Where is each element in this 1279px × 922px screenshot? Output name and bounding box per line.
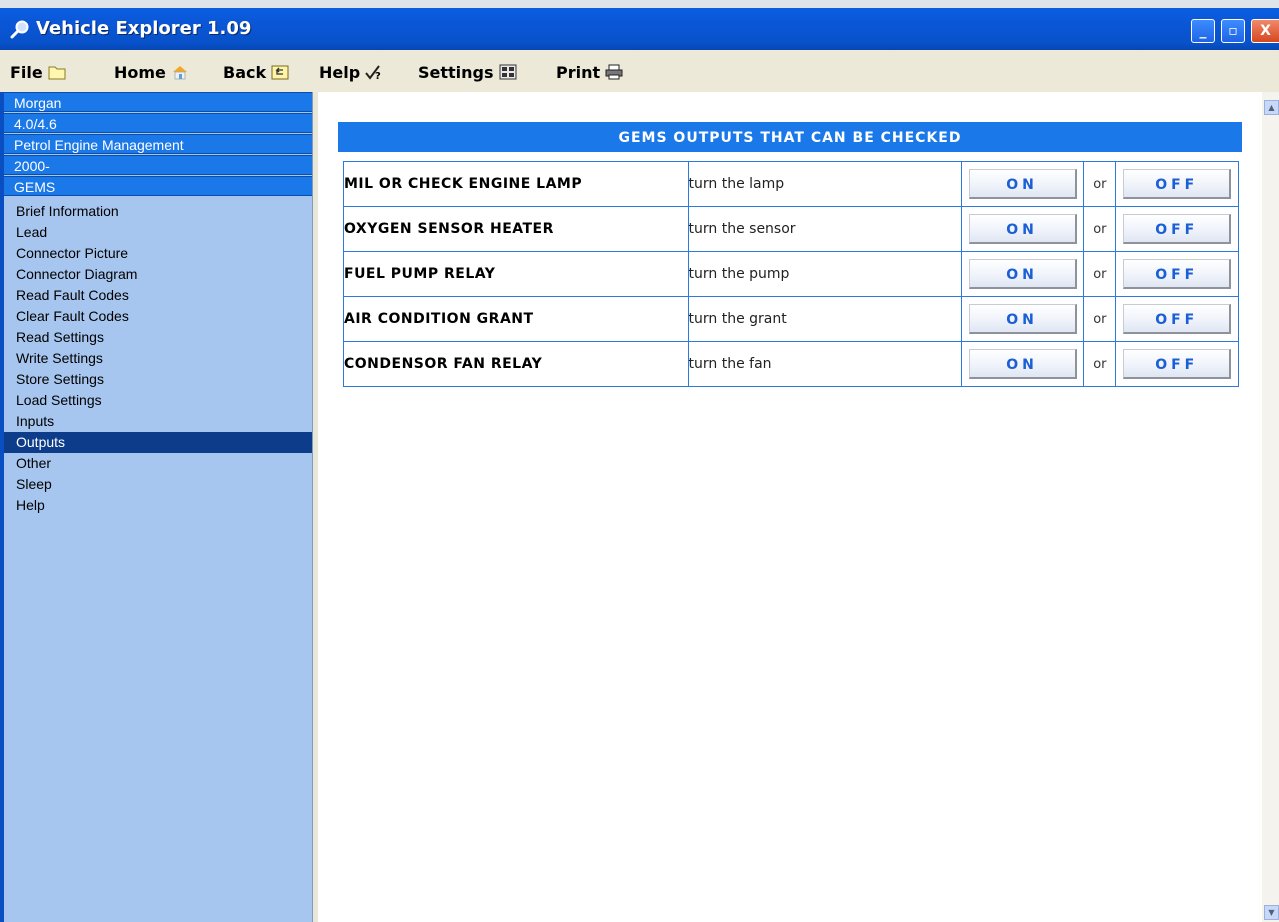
on-button[interactable]: ON (968, 169, 1077, 199)
sidebar-item-lead[interactable]: Lead (4, 222, 312, 243)
on-button[interactable]: ON (968, 304, 1077, 334)
menu-help[interactable]: Help ? (319, 61, 383, 83)
table-row: AIR CONDITION GRANT turn the grant ON or OFF (343, 296, 1239, 342)
window-title: Vehicle Explorer 1.09 (36, 18, 252, 39)
output-name: AIR CONDITION GRANT (343, 296, 689, 342)
sidebar-item-brief-information[interactable]: Brief Information (4, 201, 312, 222)
sidebar-item-write-settings[interactable]: Write Settings (4, 348, 312, 369)
sidebar-item-clear-fault-codes[interactable]: Clear Fault Codes (4, 306, 312, 327)
breadcrumb-system[interactable]: Petrol Engine Management (4, 134, 312, 154)
or-label: or (1083, 161, 1117, 207)
on-cell: ON (960, 296, 1085, 342)
off-cell: OFF (1115, 341, 1239, 387)
help-icon: ? (365, 65, 381, 80)
off-button[interactable]: OFF (1123, 304, 1232, 334)
on-button[interactable]: ON (968, 214, 1077, 244)
table-row: MIL OR CHECK ENGINE LAMP turn the lamp ON o… (343, 161, 1239, 207)
breadcrumb-year[interactable]: 2000- (4, 155, 312, 175)
or-label: or (1083, 206, 1117, 252)
menu-label: File (10, 62, 43, 82)
menu-home[interactable]: Home (114, 61, 189, 83)
sidebar-item-store-settings[interactable]: Store Settings (4, 369, 312, 390)
off-button[interactable]: OFF (1123, 169, 1232, 199)
menu-bar: File Home Back Help ? Settings Print (0, 50, 1279, 92)
sidebar-item-read-fault-codes[interactable]: Read Fault Codes (4, 285, 312, 306)
or-label: or (1083, 296, 1117, 342)
menu-label: Back (223, 62, 267, 82)
sidebar-item-connector-picture[interactable]: Connector Picture (4, 243, 312, 264)
chevron-down-icon: ▼ (1268, 908, 1275, 917)
breadcrumb-make[interactable]: Morgan (4, 92, 312, 112)
output-name: OXYGEN SENSOR HEATER (343, 206, 689, 252)
maximize-button[interactable]: ▫ (1221, 19, 1245, 43)
scroll-down-button[interactable]: ▼ (1264, 905, 1279, 920)
menu-label: Settings (418, 62, 494, 82)
off-button[interactable]: OFF (1123, 349, 1232, 379)
sidebar-item-read-settings[interactable]: Read Settings (4, 327, 312, 348)
off-button[interactable]: OFF (1123, 259, 1232, 289)
on-cell: ON (960, 161, 1085, 207)
back-icon (271, 65, 289, 80)
minimize-button[interactable]: _ (1191, 19, 1215, 43)
menu-print[interactable]: Print (556, 61, 623, 83)
minimize-icon: _ (1199, 23, 1207, 39)
printer-icon (605, 64, 623, 80)
sidebar-item-help[interactable]: Help (4, 495, 312, 516)
output-name: FUEL PUMP RELAY (343, 251, 689, 297)
restore-icon: ▫ (1228, 23, 1238, 39)
off-cell: OFF (1115, 251, 1239, 297)
on-button[interactable]: ON (968, 349, 1077, 379)
sidebar: Morgan 4.0/4.6 Petrol Engine Management … (4, 92, 312, 922)
output-action: turn the lamp (687, 161, 962, 207)
sidebar-nav: Brief Information Lead Connector Picture Co… (4, 201, 312, 516)
svg-text:?: ? (375, 71, 381, 80)
sidebar-item-outputs[interactable]: Outputs (4, 432, 312, 453)
home-icon (172, 66, 187, 80)
on-cell: ON (960, 251, 1085, 297)
sidebar-item-connector-diagram[interactable]: Connector Diagram (4, 264, 312, 285)
off-cell: OFF (1115, 206, 1239, 252)
magnifier-app-icon (10, 20, 29, 39)
sidebar-item-load-settings[interactable]: Load Settings (4, 390, 312, 411)
folder-icon (48, 66, 66, 80)
vertical-scrollbar[interactable] (1262, 92, 1279, 922)
sidebar-item-other[interactable]: Other (4, 453, 312, 474)
table-row: FUEL PUMP RELAY turn the pump ON or OFF (343, 251, 1239, 297)
sidebar-item-inputs[interactable]: Inputs (4, 411, 312, 432)
menu-settings[interactable]: Settings (418, 61, 517, 83)
table-row: CONDENSOR FAN RELAY turn the fan ON or OFF (343, 341, 1239, 387)
off-cell: OFF (1115, 296, 1239, 342)
title-bar: Vehicle Explorer 1.09 _ ▫ X (0, 8, 1279, 50)
breadcrumb-ecu[interactable]: GEMS (4, 176, 312, 196)
output-name: MIL OR CHECK ENGINE LAMP (343, 161, 689, 207)
on-button[interactable]: ON (968, 259, 1077, 289)
off-cell: OFF (1115, 161, 1239, 207)
scroll-up-button[interactable]: ▲ (1264, 100, 1279, 115)
on-cell: ON (960, 206, 1085, 252)
output-name: CONDENSOR FAN RELAY (343, 341, 689, 387)
close-button[interactable]: X (1251, 19, 1279, 43)
settings-icon (499, 64, 517, 80)
on-cell: ON (960, 341, 1085, 387)
menu-file[interactable]: File (10, 61, 66, 83)
sidebar-item-sleep[interactable]: Sleep (4, 474, 312, 495)
menu-label: Print (556, 62, 601, 82)
output-action: turn the fan (687, 341, 962, 387)
or-label: or (1083, 341, 1117, 387)
table-row: OXYGEN SENSOR HEATER turn the sensor ON or O… (343, 206, 1239, 252)
panel-header: GEMS OUTPUTS THAT CAN BE CHECKED (338, 122, 1242, 152)
menu-label: Home (114, 62, 166, 82)
off-button[interactable]: OFF (1123, 214, 1232, 244)
menu-label: Help (319, 62, 361, 82)
output-action: turn the grant (687, 296, 962, 342)
output-action: turn the sensor (687, 206, 962, 252)
breadcrumb-engine[interactable]: 4.0/4.6 (4, 113, 312, 133)
or-label: or (1083, 251, 1117, 297)
outputs-table: MIL OR CHECK ENGINE LAMP turn the lamp ON o… (343, 161, 1239, 387)
close-icon: X (1260, 23, 1271, 39)
chevron-up-icon: ▲ (1268, 103, 1275, 112)
menu-back[interactable]: Back (223, 61, 289, 83)
output-action: turn the pump (687, 251, 962, 297)
